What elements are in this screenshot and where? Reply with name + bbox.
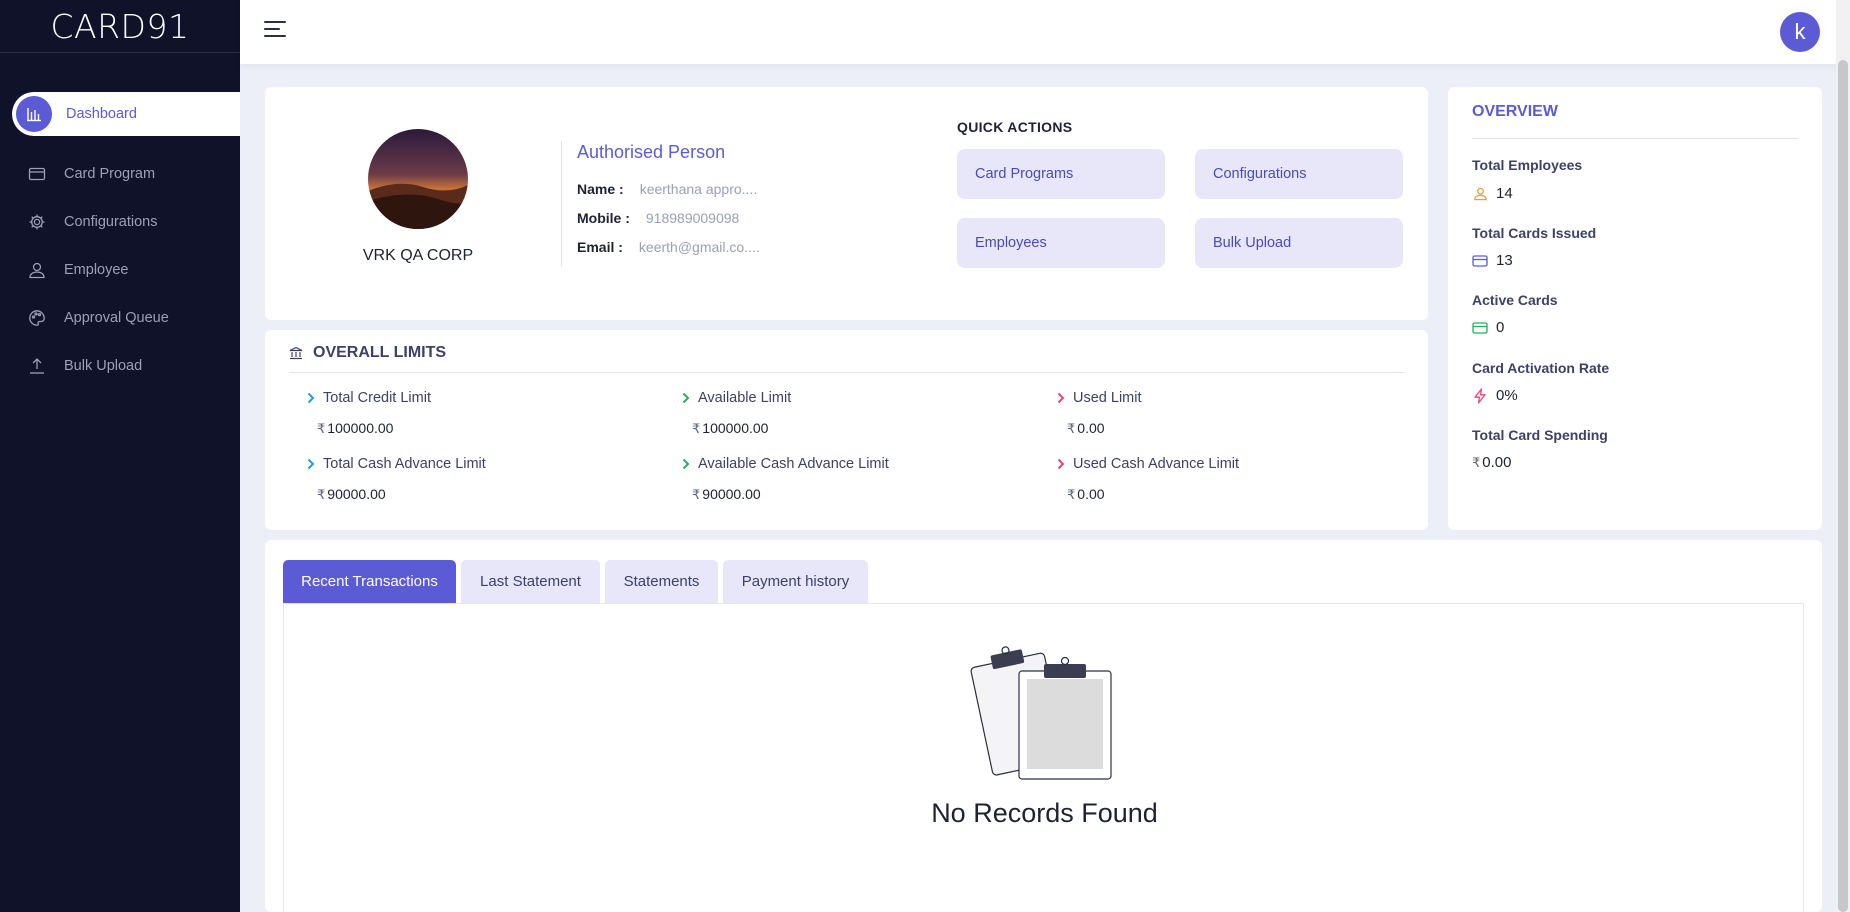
configurations-button[interactable]: Configurations bbox=[1195, 149, 1403, 199]
sidebar-item-dashboard[interactable]: Dashboard bbox=[12, 92, 240, 136]
available-limit-label: Available Limit bbox=[682, 390, 791, 406]
mobile-value: 918989009098 bbox=[645, 210, 740, 226]
total-employees-value: 14 bbox=[1472, 185, 1513, 202]
credit-card-icon bbox=[1472, 320, 1488, 336]
sidebar-item-approval-queue[interactable]: Approval Queue bbox=[0, 294, 240, 342]
available-cash-advance-limit-value: ₹90000.00 bbox=[692, 486, 761, 502]
sidebar-item-bulk-upload[interactable]: Bulk Upload bbox=[0, 342, 240, 390]
overall-limits-header: OVERALL LIMITS bbox=[289, 344, 446, 362]
chevron-right-icon bbox=[682, 392, 690, 404]
credit-card-icon bbox=[1472, 253, 1488, 269]
company-logo-image bbox=[368, 129, 468, 229]
total-cash-advance-limit-label: Total Cash Advance Limit bbox=[307, 456, 486, 472]
palette-icon bbox=[28, 309, 46, 327]
total-card-spending-label: Total Card Spending bbox=[1472, 427, 1608, 443]
card-activation-rate-value: 0% bbox=[1472, 387, 1518, 404]
auth-name-row: Name : keerthana appro.... bbox=[577, 181, 757, 197]
tab-recent-transactions[interactable]: Recent Transactions bbox=[283, 560, 456, 603]
sidebar-item-card-program[interactable]: Card Program bbox=[0, 150, 240, 198]
card-programs-button[interactable]: Card Programs bbox=[957, 149, 1165, 199]
vertical-scrollbar[interactable] bbox=[1836, 0, 1850, 912]
used-cash-advance-limit-value: ₹0.00 bbox=[1067, 486, 1105, 502]
rupee-icon: ₹ bbox=[1472, 454, 1481, 470]
sidebar: CARD91 Dashboard Card Program Configurat… bbox=[0, 0, 240, 912]
auth-email-row: Email : keerth@gmail.co.... bbox=[577, 239, 760, 255]
chevron-right-icon bbox=[682, 458, 690, 470]
bank-icon bbox=[289, 346, 303, 360]
available-limit-value: ₹100000.00 bbox=[692, 420, 769, 436]
quick-actions-title: QUICK ACTIONS bbox=[957, 119, 1073, 135]
no-records-message: No Records Found bbox=[931, 798, 1158, 828]
top-header: k bbox=[240, 0, 1850, 64]
chevron-right-icon bbox=[307, 392, 315, 404]
sidebar-nav: Dashboard Card Program Configurations Em… bbox=[0, 92, 240, 390]
total-card-spending-value: ₹ 0.00 bbox=[1472, 454, 1512, 471]
sidebar-item-label: Configurations bbox=[64, 214, 158, 230]
logo: CARD91 bbox=[0, 0, 240, 53]
sidebar-item-label: Approval Queue bbox=[64, 310, 169, 326]
vertical-divider bbox=[561, 141, 562, 266]
total-cards-issued-label: Total Cards Issued bbox=[1472, 225, 1597, 241]
auth-mobile-row: Mobile : 918989009098 bbox=[577, 210, 739, 226]
name-value: keerthana appro.... bbox=[639, 181, 758, 197]
tab-last-statement[interactable]: Last Statement bbox=[461, 560, 600, 603]
total-cash-advance-limit-value: ₹90000.00 bbox=[317, 486, 386, 502]
email-value: keerth@gmail.co.... bbox=[638, 239, 760, 255]
limits-divider bbox=[289, 372, 1404, 373]
profile-card: VRK QA CORP Authorised Person Name : keer… bbox=[265, 87, 1428, 320]
credit-card-icon bbox=[28, 165, 46, 183]
mobile-label: Mobile : bbox=[577, 210, 630, 226]
sidebar-item-label: Dashboard bbox=[66, 106, 137, 122]
tab-panel: No Records Found bbox=[283, 603, 1804, 912]
active-cards-label: Active Cards bbox=[1472, 292, 1558, 308]
chevron-right-icon bbox=[1057, 392, 1065, 404]
overall-limits-card: OVERALL LIMITS Total Credit Limit ₹10000… bbox=[265, 330, 1428, 530]
total-credit-limit-value: ₹100000.00 bbox=[317, 420, 394, 436]
active-cards-value: 0 bbox=[1472, 319, 1504, 336]
user-icon bbox=[28, 261, 46, 279]
sidebar-item-employee[interactable]: Employee bbox=[0, 246, 240, 294]
hamburger-menu-icon[interactable] bbox=[264, 21, 286, 41]
overview-divider bbox=[1472, 138, 1798, 139]
gear-icon bbox=[28, 213, 46, 231]
used-cash-advance-limit-label: Used Cash Advance Limit bbox=[1057, 456, 1239, 472]
user-avatar[interactable]: k bbox=[1780, 12, 1820, 52]
tab-payment-history[interactable]: Payment history bbox=[723, 560, 868, 603]
chevron-right-icon bbox=[1057, 458, 1065, 470]
sidebar-item-label: Bulk Upload bbox=[64, 358, 143, 374]
used-limit-value: ₹0.00 bbox=[1067, 420, 1105, 436]
empty-clipboard-illustration bbox=[969, 639, 1119, 794]
sidebar-item-label: Card Program bbox=[64, 166, 156, 182]
email-label: Email : bbox=[577, 239, 623, 255]
name-label: Name : bbox=[577, 181, 624, 197]
overview-title: OVERVIEW bbox=[1472, 103, 1558, 120]
user-icon bbox=[1472, 186, 1488, 202]
available-cash-advance-limit-label: Available Cash Advance Limit bbox=[682, 456, 889, 472]
sidebar-item-configurations[interactable]: Configurations bbox=[0, 198, 240, 246]
employees-button[interactable]: Employees bbox=[957, 218, 1165, 268]
authorised-person-title: Authorised Person bbox=[577, 142, 726, 162]
chevron-right-icon bbox=[307, 458, 315, 470]
overview-card: OVERVIEW Total Employees 14 Total Cards … bbox=[1448, 87, 1822, 530]
total-cards-issued-value: 13 bbox=[1472, 252, 1513, 269]
sidebar-item-label: Employee bbox=[64, 262, 129, 278]
total-credit-limit-label: Total Credit Limit bbox=[307, 390, 431, 406]
company-name: VRK QA CORP bbox=[362, 247, 474, 264]
total-employees-label: Total Employees bbox=[1472, 157, 1583, 173]
scrollbar-thumb[interactable] bbox=[1838, 60, 1848, 912]
card-activation-rate-label: Card Activation Rate bbox=[1472, 360, 1610, 376]
bulk-upload-button[interactable]: Bulk Upload bbox=[1195, 218, 1403, 268]
transactions-card: Recent Transactions Last Statement State… bbox=[265, 540, 1822, 912]
upload-icon bbox=[28, 357, 46, 375]
tab-statements[interactable]: Statements bbox=[605, 560, 718, 603]
lightning-icon bbox=[1472, 387, 1488, 404]
bar-chart-icon bbox=[16, 96, 52, 132]
used-limit-label: Used Limit bbox=[1057, 390, 1142, 406]
